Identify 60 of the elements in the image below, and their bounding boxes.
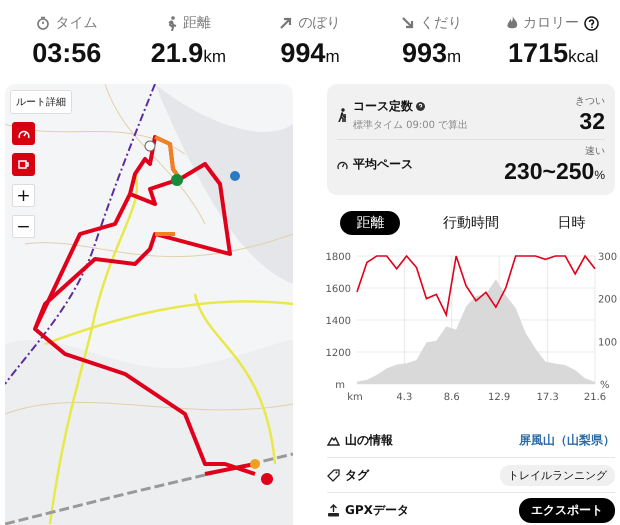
info-label: GPXデータ [345,502,409,518]
info-label: 山の情報 [345,432,393,448]
walker-icon [166,16,178,30]
speed-button[interactable] [12,122,35,145]
hiker-icon [337,108,348,122]
axis-tick-label: 200 [598,294,618,306]
course-note: 標準タイム 09:00 で算出 [353,118,468,132]
level-label: きつい [575,95,605,108]
stat-value: 21.9km [150,38,226,69]
axis-tick-label: 100 [598,337,618,348]
axis-tick-label: 1800 [326,252,351,263]
axis-tick-label: 1400 [326,316,351,327]
help-icon[interactable] [416,102,425,110]
level-label: 速い [585,144,605,158]
stat-label: くだり [420,14,462,32]
tag-icon [327,468,340,482]
axis-tick-label: m [335,380,345,391]
axis-tick-label: 1600 [326,284,351,295]
cup-button[interactable] [12,153,35,176]
route-detail-button[interactable]: ルート詳細 [10,90,72,114]
mountain-icon [327,434,340,446]
flame-icon [507,16,518,30]
help-icon[interactable] [584,16,600,30]
chart-tab[interactable]: 距離 [340,211,400,235]
upload-icon [327,504,340,516]
stopwatch-icon [36,16,50,30]
axis-tick-label: 300 [598,252,618,263]
info-label: タグ [345,466,369,484]
arrow-down-right-icon [401,16,416,30]
pace-title: 平均ペース [353,156,413,173]
gauge-icon [337,160,348,170]
axis-tick-label: 1200 [326,348,351,359]
axis-tick-label: 8.6 [444,392,460,403]
axis-unit-label: km [347,392,363,403]
axis-tick-label: 12.9 [488,392,510,403]
zoom-in-button[interactable]: + [12,184,35,207]
course-title: コース定数 [353,98,413,114]
course-value: 32 [579,108,605,135]
gauge-icon [18,128,30,138]
tag-chip[interactable]: トレイルランニング [500,464,615,486]
stat-label: タイム [55,14,98,32]
stat-value: 03:56 [32,38,102,69]
arrow-up-right-icon [279,16,294,30]
pace-value: 230~250% [504,158,605,185]
export-button[interactable]: エクスポート [519,498,615,522]
stat-value: 994m [280,38,340,69]
cup-icon [18,160,30,170]
stat-value: 993m [402,38,462,69]
stat-label: カロリー [523,14,580,32]
chart-tab[interactable]: 行動時間 [426,211,515,235]
stat-value: 1715kcal [508,38,598,69]
axis-tick-label: 17.3 [536,392,559,403]
chart-tab[interactable]: 日時 [542,211,602,235]
axis-tick-label: % [600,380,610,391]
zoom-out-button[interactable]: − [12,215,35,238]
stat-label: のぼり [298,14,340,32]
axis-tick-label: 4.3 [396,392,412,403]
mountain-link[interactable]: 屏風山（山梨県） [519,432,615,448]
axis-tick-label: 21.6 [584,392,606,403]
stat-label: 距離 [182,14,211,32]
